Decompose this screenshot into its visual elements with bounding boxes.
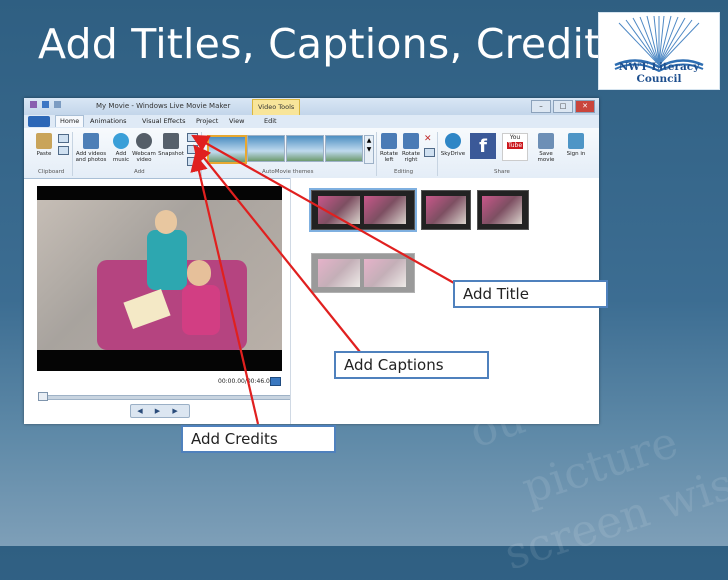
- seek-thumb[interactable]: [38, 392, 48, 401]
- quick-access-toolbar[interactable]: [30, 101, 90, 111]
- time-display: 00:00.00/00:46.00: [218, 378, 274, 385]
- child-figure: [147, 230, 187, 290]
- tab-project[interactable]: Project: [196, 117, 218, 125]
- facebook-icon[interactable]: f: [470, 133, 496, 159]
- storyboard-clip[interactable]: [421, 190, 471, 230]
- add-music-button[interactable]: Add music: [110, 133, 132, 163]
- sign-in-icon: [568, 133, 584, 149]
- youtube-icon[interactable]: You Tube: [502, 133, 528, 161]
- movie-maker-window: My Movie - Windows Live Movie Maker Vide…: [24, 98, 599, 424]
- title-bar: My Movie - Windows Live Movie Maker Vide…: [24, 98, 599, 116]
- group-label-themes: AutoMovie themes: [262, 169, 314, 175]
- credits-icon[interactable]: [187, 157, 198, 166]
- tab-view[interactable]: View: [229, 117, 244, 125]
- tab-edit[interactable]: Edit: [264, 117, 277, 125]
- tab-home[interactable]: Home: [55, 115, 85, 127]
- rotate-right-button[interactable]: Rotate right: [400, 133, 422, 163]
- automovie-theme-1[interactable]: [207, 135, 247, 164]
- file-menu-button[interactable]: [28, 116, 50, 127]
- themes-more-arrow[interactable]: ▲ ▼: [364, 135, 374, 164]
- save-movie-button[interactable]: Save movie: [534, 133, 558, 163]
- divider: [201, 132, 202, 176]
- snapshot-button[interactable]: Snapshot: [157, 133, 185, 157]
- skydrive-button[interactable]: SkyDrive: [440, 133, 466, 157]
- clip-thumbnail: [482, 196, 522, 224]
- logo: NWT Literacy Council: [598, 12, 720, 90]
- webcam-icon: [136, 133, 152, 149]
- group-label-add: Add: [134, 169, 145, 175]
- seek-bar[interactable]: [39, 395, 299, 400]
- automovie-theme-3[interactable]: [286, 135, 324, 162]
- slide-title: Add Titles, Captions, Credits: [38, 20, 622, 68]
- copy-icon[interactable]: [58, 146, 69, 155]
- snapshot-icon: [163, 133, 179, 149]
- maximize-button[interactable]: □: [553, 100, 573, 113]
- caption-icon[interactable]: [187, 145, 198, 154]
- title-icon[interactable]: [187, 133, 198, 142]
- context-tab-video-tools: Video Tools: [252, 99, 301, 116]
- playback-controls[interactable]: ◀ ▶ ▶: [130, 404, 190, 418]
- storyboard-clip[interactable]: [477, 190, 529, 230]
- tab-visual-effects[interactable]: Visual Effects: [142, 117, 186, 125]
- storyboard-clip[interactable]: [309, 188, 417, 232]
- child-figure: [182, 285, 220, 335]
- group-label-share: Share: [494, 169, 510, 175]
- video-frame: [37, 200, 282, 350]
- rotate-right-icon: [403, 133, 419, 149]
- clip-thumbnail: [364, 259, 406, 287]
- automovie-theme-2[interactable]: [247, 135, 285, 162]
- logo-text: NWT Literacy Council: [618, 61, 700, 85]
- cut-icon[interactable]: [58, 134, 69, 143]
- remove-icon[interactable]: ✕: [424, 134, 432, 144]
- close-button[interactable]: ✕: [575, 100, 595, 113]
- add-videos-button[interactable]: Add videos and photos: [74, 133, 108, 163]
- webcam-video-button[interactable]: Webcam video: [132, 133, 156, 163]
- select-all-icon[interactable]: [424, 148, 435, 157]
- divider: [72, 132, 73, 176]
- ribbon-tabs: Home Animations Visual Effects Project V…: [24, 115, 599, 129]
- group-label-editing: Editing: [394, 169, 414, 175]
- clip-thumbnail: [318, 259, 360, 287]
- minimize-button[interactable]: –: [531, 100, 551, 113]
- rotate-left-icon: [381, 133, 397, 149]
- clip-thumbnail: [318, 196, 360, 224]
- skydrive-icon: [445, 133, 461, 149]
- child-figure: [187, 260, 211, 286]
- tab-animations[interactable]: Animations: [90, 117, 127, 125]
- save-movie-icon: [538, 133, 554, 149]
- paste-button[interactable]: Paste: [32, 133, 56, 157]
- callout-add-title: Add Title: [453, 280, 608, 308]
- storyboard-clip[interactable]: [311, 253, 415, 293]
- rotate-left-button[interactable]: Rotate left: [378, 133, 400, 163]
- window-title: My Movie - Windows Live Movie Maker: [96, 102, 231, 110]
- clip-thumbnail: [426, 196, 466, 224]
- divider: [437, 132, 438, 176]
- ribbon: Paste Clipboard Add videos and photos Ad…: [24, 128, 599, 179]
- sign-in-button[interactable]: Sign in: [564, 133, 588, 157]
- automovie-theme-4[interactable]: [325, 135, 363, 162]
- clipboard-icon: [36, 133, 52, 149]
- callout-add-captions: Add Captions: [334, 351, 489, 379]
- clip-thumbnail: [364, 196, 406, 224]
- divider: [376, 132, 377, 176]
- child-figure: [155, 210, 177, 234]
- callout-add-credits: Add Credits: [181, 425, 336, 453]
- music-note-icon: [113, 133, 129, 149]
- group-label-clipboard: Clipboard: [38, 169, 65, 175]
- film-icon: [83, 133, 99, 149]
- video-preview[interactable]: [37, 186, 282, 371]
- fullscreen-icon[interactable]: [270, 377, 281, 386]
